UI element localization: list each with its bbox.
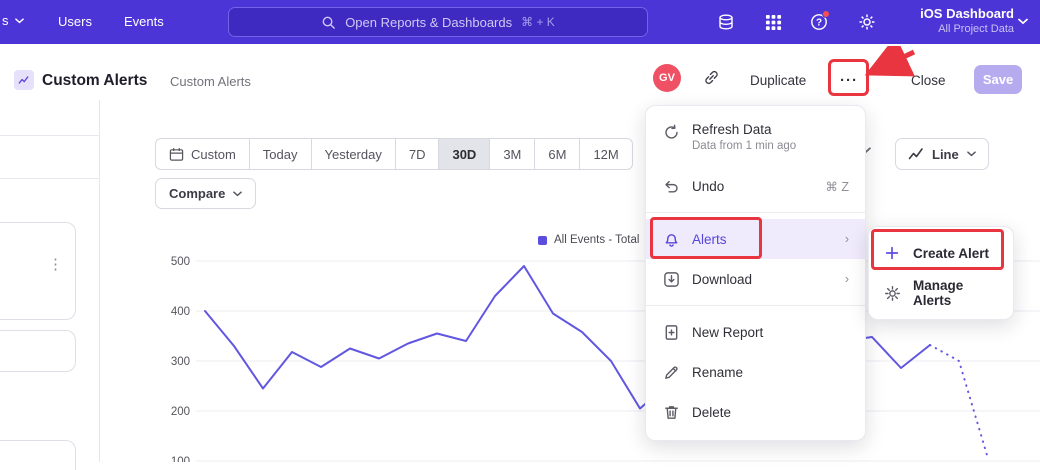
- project-switcher[interactable]: iOS Dashboard All Project Data: [898, 5, 1014, 36]
- more-options-button[interactable]: ···: [833, 66, 865, 94]
- project-scope: All Project Data: [898, 22, 1014, 36]
- top-navbar: s Users Events Open Reports & Dashboards…: [0, 0, 1040, 44]
- chevron-down-icon[interactable]: [1018, 18, 1028, 25]
- report-options-menu: Refresh Data Data from 1 min ago Undo ⌘ …: [645, 105, 866, 441]
- report-icon: [14, 70, 34, 90]
- link-icon[interactable]: [703, 69, 720, 86]
- rename-icon: [662, 363, 680, 381]
- refresh-icon: [662, 123, 680, 141]
- search-shortcut: ⌘ + K: [521, 15, 555, 29]
- date-range-yesterday[interactable]: Yesterday: [311, 138, 396, 170]
- page-title: Custom Alerts: [42, 72, 147, 90]
- svg-text:500: 500: [171, 256, 190, 268]
- menu-item-label: Rename: [692, 365, 743, 380]
- project-name: iOS Dashboard: [898, 5, 1014, 22]
- save-button[interactable]: Save: [974, 65, 1022, 94]
- chart-type-button[interactable]: Line: [895, 138, 989, 170]
- delete-icon: [662, 403, 680, 421]
- menu-item-shortcut: ⌘ Z: [825, 179, 849, 194]
- svg-text:?: ?: [816, 18, 822, 29]
- menu-item-download[interactable]: Download ›: [646, 259, 865, 299]
- manage-alerts-icon: [883, 284, 901, 302]
- apps-icon[interactable]: [761, 10, 785, 34]
- nav-item-users[interactable]: Users: [58, 14, 92, 29]
- menu-item-rename[interactable]: Rename: [646, 352, 865, 392]
- svg-text:100: 100: [171, 456, 190, 462]
- menu-divider: [646, 212, 865, 213]
- download-icon: [662, 270, 680, 288]
- chevron-down-icon: [233, 191, 242, 197]
- submenu-item-create-alert[interactable]: Create Alert: [869, 233, 1013, 273]
- kebab-icon[interactable]: ⋮: [48, 255, 63, 273]
- menu-item-label: Alerts: [692, 232, 727, 247]
- chevron-down-icon: [15, 18, 24, 24]
- alerts-icon: [662, 230, 680, 248]
- chevron-down-icon: [967, 151, 976, 157]
- sidebar-card[interactable]: ⋮: [0, 222, 76, 320]
- date-range-3m[interactable]: 3M: [489, 138, 535, 170]
- data-icon[interactable]: [714, 10, 738, 34]
- menu-item-delete[interactable]: Delete: [646, 392, 865, 432]
- search-icon: [321, 15, 336, 30]
- menu-item-sublabel: Data from 1 min ago: [692, 140, 796, 152]
- chevron-right-icon: ›: [845, 272, 849, 286]
- left-sidebar: ⋮: [0, 100, 100, 462]
- compare-button[interactable]: Compare: [155, 178, 256, 209]
- nav-item-boards-label: s: [2, 13, 9, 28]
- svg-text:200: 200: [171, 406, 190, 418]
- menu-item-refresh-data[interactable]: Refresh Data Data from 1 min ago: [646, 114, 865, 166]
- calendar-icon: [169, 147, 184, 162]
- menu-item-label: Refresh Data: [692, 122, 772, 137]
- menu-item-label: Download: [692, 272, 752, 287]
- chart-legend: All Events - Total: [538, 234, 639, 246]
- sidebar-card[interactable]: [0, 330, 76, 372]
- menu-item-label: Undo: [692, 179, 724, 194]
- date-range-30d[interactable]: 30D: [438, 138, 490, 170]
- menu-item-label: New Report: [692, 325, 763, 340]
- new-report-icon: [662, 323, 680, 341]
- date-range-12m[interactable]: 12M: [579, 138, 632, 170]
- date-range-6m[interactable]: 6M: [534, 138, 580, 170]
- submenu-item-manage-alerts[interactable]: Manage Alerts: [869, 273, 1013, 313]
- date-range-7d[interactable]: 7D: [395, 138, 440, 170]
- report-header: Custom Alerts Custom Alerts GV Duplicate…: [0, 44, 1040, 100]
- nav-item-events[interactable]: Events: [124, 14, 164, 29]
- menu-item-label: Delete: [692, 405, 731, 420]
- date-range-custom[interactable]: Custom: [155, 138, 250, 170]
- duplicate-button[interactable]: Duplicate: [750, 73, 806, 88]
- settings-icon[interactable]: [855, 10, 879, 34]
- legend-swatch: [538, 236, 547, 245]
- svg-text:300: 300: [171, 356, 190, 368]
- sidebar-divider: [0, 178, 100, 179]
- menu-divider: [646, 305, 865, 306]
- create-alert-icon: [883, 244, 901, 262]
- menu-item-undo[interactable]: Undo ⌘ Z: [646, 166, 865, 206]
- nav-item-boards[interactable]: s: [2, 13, 24, 28]
- close-button[interactable]: Close: [911, 73, 946, 88]
- chevron-right-icon: ›: [845, 232, 849, 246]
- notification-badge: [822, 10, 830, 18]
- submenu-item-label: Manage Alerts: [913, 278, 999, 308]
- alerts-submenu: Create Alert Manage Alerts: [868, 226, 1014, 320]
- menu-item-new-report[interactable]: New Report: [646, 312, 865, 352]
- undo-icon: [662, 177, 680, 195]
- breadcrumb: Custom Alerts: [170, 74, 251, 89]
- search-input[interactable]: Open Reports & Dashboards ⌘ + K: [228, 7, 648, 37]
- help-icon[interactable]: ?: [807, 10, 831, 34]
- date-range-today[interactable]: Today: [249, 138, 312, 170]
- submenu-item-label: Create Alert: [913, 246, 989, 261]
- legend-label: All Events - Total: [554, 234, 639, 246]
- svg-text:400: 400: [171, 306, 190, 318]
- line-chart-icon: [908, 146, 924, 162]
- search-placeholder: Open Reports & Dashboards: [345, 15, 512, 30]
- avatar[interactable]: GV: [653, 64, 681, 92]
- sidebar-divider: [0, 135, 100, 136]
- date-range-segmented-control: Custom Today Yesterday 7D 30D 3M 6M 12M: [155, 138, 633, 170]
- menu-item-alerts[interactable]: Alerts ›: [646, 219, 865, 259]
- sidebar-card[interactable]: [0, 440, 76, 470]
